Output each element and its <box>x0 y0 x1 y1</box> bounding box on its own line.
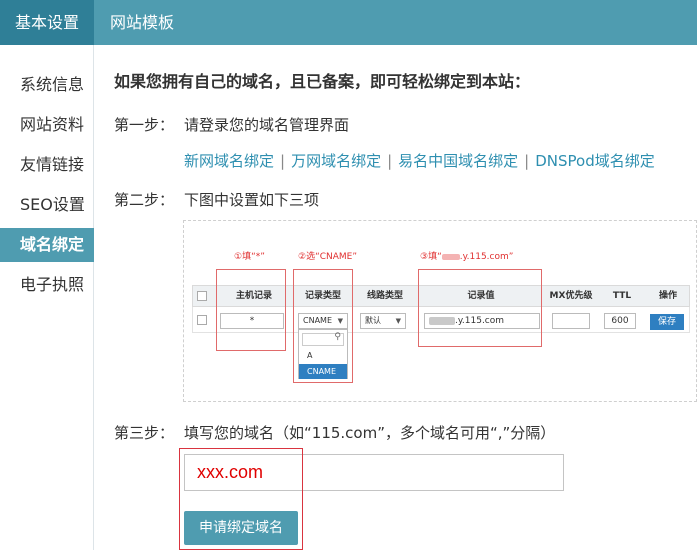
col-line: 线路类型 <box>366 291 403 301</box>
annotation-host: ①填“*” <box>234 252 265 262</box>
link-dnspod[interactable]: DNSPod域名绑定 <box>535 152 655 170</box>
tab-site-template[interactable]: 网站模板 <box>94 0 190 45</box>
dns-setup-illustration: ①填“*” ②选“CNAME” ③填“ .y.115.com” 主机记录 记录类型… <box>183 220 697 402</box>
highlight-host <box>216 269 286 351</box>
sidebar-item-domain-binding[interactable]: 域名绑定 <box>0 228 94 262</box>
step1-text: 请登录您的域名管理界面 <box>184 116 350 134</box>
intro-heading: 如果您拥有自己的域名，且已备案，即可轻松绑定到本站： <box>114 72 531 91</box>
annotation-value: ③填“ .y.115.com” <box>420 252 514 262</box>
link-xinnet[interactable]: 新网域名绑定 <box>184 152 274 170</box>
col-ttl: TTL <box>612 291 632 301</box>
step3-label: 第三步： <box>114 424 175 442</box>
redacted-prefix <box>441 253 460 260</box>
link-separator: | <box>280 152 286 170</box>
step2-label: 第二步： <box>114 191 175 209</box>
highlight-type <box>293 269 353 383</box>
sidebar-item-friend-links[interactable]: 友情链接 <box>0 148 94 182</box>
link-wanwang[interactable]: 万网域名绑定 <box>291 152 381 170</box>
link-separator: | <box>524 152 530 170</box>
sidebar-item-seo[interactable]: SEO设置 <box>0 188 94 222</box>
step3-text: 填写您的域名（如“115.com”，多个域名可用“,”分隔） <box>184 424 556 442</box>
row-checkbox[interactable] <box>197 315 207 325</box>
sidebar: 系统信息 网站资料 友情链接 SEO设置 域名绑定 电子执照 <box>0 45 94 550</box>
registrar-links: 新网域名绑定 | 万网域名绑定 | 易名中国域名绑定 | DNSPod域名绑定 <box>184 150 655 171</box>
link-separator: | <box>387 152 393 170</box>
link-ename[interactable]: 易名中国域名绑定 <box>398 152 518 170</box>
sidebar-item-site-profile[interactable]: 网站资料 <box>0 108 94 142</box>
main-content: 如果您拥有自己的域名，且已备案，即可轻松绑定到本站： 第一步： 请登录您的域名管… <box>95 45 697 550</box>
chevron-down-icon: ▼ <box>395 317 401 325</box>
tab-basic-settings[interactable]: 基本设置 <box>0 0 94 45</box>
line-type-select[interactable]: 默认 ▼ <box>360 313 406 329</box>
highlight-step3 <box>179 448 303 550</box>
sidebar-item-e-license[interactable]: 电子执照 <box>0 268 94 302</box>
sidebar-item-system-info[interactable]: 系统信息 <box>0 68 94 102</box>
step1-label: 第一步： <box>114 116 175 134</box>
ttl-field[interactable]: 600 <box>604 313 636 329</box>
annotation-type: ②选“CNAME” <box>298 252 358 262</box>
select-all-checkbox[interactable] <box>197 291 207 301</box>
col-action: 操作 <box>658 291 677 301</box>
col-mx: MX优先级 <box>549 291 593 301</box>
step2-text: 下图中设置如下三项 <box>184 191 320 209</box>
highlight-value <box>418 269 542 347</box>
top-tab-bar: 基本设置 网站模板 <box>0 0 697 45</box>
mx-priority-field[interactable] <box>552 313 590 329</box>
save-button[interactable]: 保存 <box>650 314 684 330</box>
